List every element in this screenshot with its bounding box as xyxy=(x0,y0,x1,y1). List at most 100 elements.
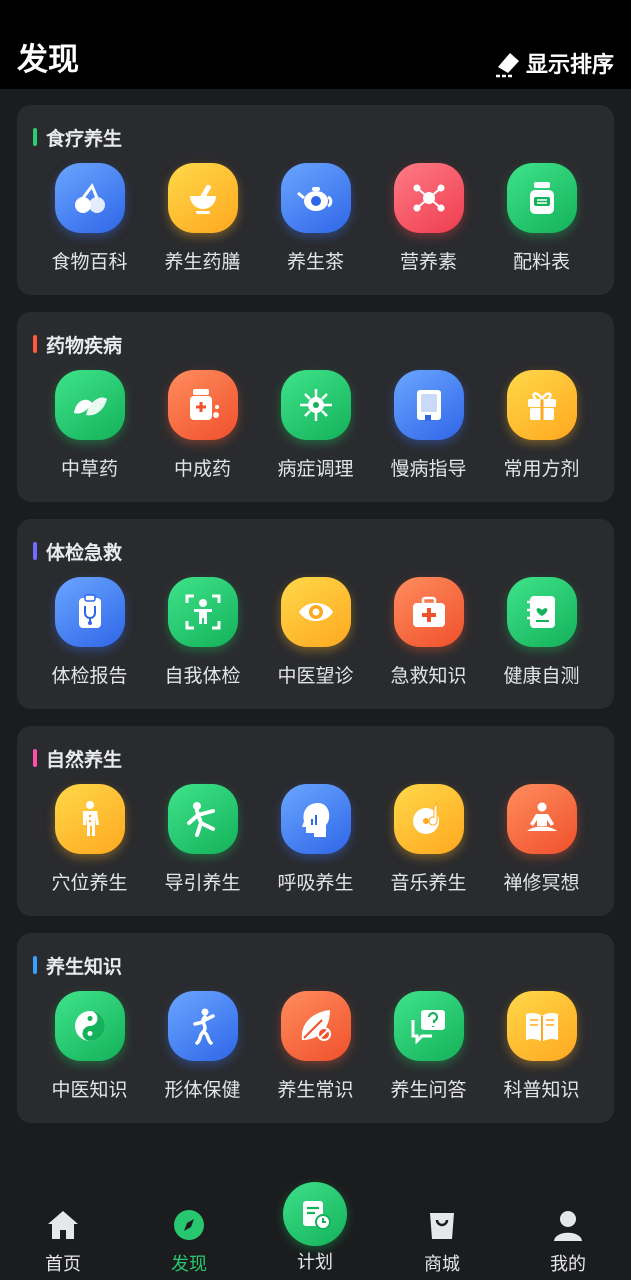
grid-item-body-care[interactable]: 形体保健 xyxy=(146,991,259,1102)
question-chat-icon xyxy=(411,1010,445,1045)
leaf-icon xyxy=(73,397,107,416)
eye-icon xyxy=(298,603,333,621)
health-notebook-icon xyxy=(526,596,555,628)
section-accent-bar xyxy=(33,749,37,767)
teapot-icon xyxy=(296,187,332,211)
grid-item-herbal[interactable]: 中草药 xyxy=(33,370,146,481)
sort-button[interactable]: 显示排序 xyxy=(492,45,614,81)
page-title: 发现 xyxy=(17,42,79,78)
grid-item-health-tea[interactable]: 养生茶 xyxy=(259,163,372,274)
music-disc-icon xyxy=(412,801,439,834)
grid-item-label: 中医知识 xyxy=(51,1079,128,1101)
grid-item-label: 养生药膳 xyxy=(164,251,241,273)
virus-icon xyxy=(299,389,332,421)
clipboard-stethoscope-icon xyxy=(78,594,101,628)
open-book-icon xyxy=(525,1012,558,1042)
grid-item-label: 养生茶 xyxy=(286,251,344,273)
eraser-icon xyxy=(495,53,519,78)
home-icon xyxy=(48,1211,78,1239)
grid-item-medicinal-diet[interactable]: 养生药膳 xyxy=(146,163,259,274)
tab-mine[interactable]: 我的 xyxy=(505,1190,631,1276)
grid-item-checkup-report[interactable]: 体检报告 xyxy=(33,577,146,688)
grid-item-label: 呼吸养生 xyxy=(277,872,354,894)
grid-item-label: 养生问答 xyxy=(390,1079,467,1101)
grid-item-label: 常用方剂 xyxy=(503,458,580,480)
section-card-knowledge: 养生知识 中医知识 形体保健 养生常识 养生问答 科普知识 xyxy=(17,933,614,1123)
grid-item-label: 配料表 xyxy=(512,251,570,273)
grid-item-label: 科普知识 xyxy=(503,1079,580,1101)
section-title: 自然养生 xyxy=(33,745,122,771)
jar-icon xyxy=(529,182,554,214)
grid-item-food-encyclopedia[interactable]: 食物百科 xyxy=(33,163,146,274)
section-card-natural: 自然养生 穴位养生 导引养生 呼吸养生 音乐养生 禅修冥想 xyxy=(17,726,614,916)
cherry-icon xyxy=(74,183,105,213)
grid-item-tcm-knowledge[interactable]: 中医知识 xyxy=(33,991,146,1102)
grid-item-label: 音乐养生 xyxy=(390,872,467,894)
grid-item-label: 食物百科 xyxy=(51,251,128,273)
section-accent-bar xyxy=(33,956,37,974)
grid-item-self-check[interactable]: 自我体检 xyxy=(146,577,259,688)
yin-yang-icon xyxy=(74,1011,105,1041)
grid-item-label: 健康自测 xyxy=(503,665,580,687)
user-icon xyxy=(554,1211,582,1241)
mortar-pestle-icon xyxy=(189,184,216,214)
molecule-icon xyxy=(413,184,444,212)
section-title: 药物疾病 xyxy=(33,331,122,357)
leaf-ban-icon xyxy=(301,1010,331,1041)
head-breathing-icon xyxy=(301,803,329,837)
grid-item-label: 病症调理 xyxy=(277,458,354,480)
grid-item-label: 禅修冥想 xyxy=(503,872,580,894)
grid-item-daoyin[interactable]: 导引养生 xyxy=(146,784,259,895)
top-header: 发现 显示排序 xyxy=(0,0,631,89)
tab-mall[interactable]: 商城 xyxy=(379,1190,505,1276)
grid-item-symptom-care[interactable]: 病症调理 xyxy=(259,370,372,481)
grid-item-label: 慢病指导 xyxy=(390,458,467,480)
first-aid-kit-icon xyxy=(412,596,445,627)
section-title: 养生知识 xyxy=(33,952,122,978)
shopping-bag-icon xyxy=(430,1213,454,1239)
grid-item-chronic-guide[interactable]: 慢病指导 xyxy=(372,370,485,481)
tab-plan-label[interactable]: 计划 xyxy=(283,1248,347,1274)
compass-icon xyxy=(174,1210,204,1240)
section-accent-bar xyxy=(33,128,37,146)
grid-item-nutrients[interactable]: 营养素 xyxy=(372,163,485,274)
exercise-figure-icon xyxy=(186,802,215,837)
grid-item-health-self-test[interactable]: 健康自测 xyxy=(485,577,598,688)
grid-item-label: 形体保健 xyxy=(164,1079,241,1101)
grid-item-label: 穴位养生 xyxy=(51,872,128,894)
grid-item-label: 中医望诊 xyxy=(277,665,354,687)
grid-item-label: 导引养生 xyxy=(164,872,241,894)
section-card-medicine: 药物疾病 中草药 中成药 病症调理 慢病指导 常用方剂 xyxy=(17,312,614,502)
tab-home[interactable]: 首页 xyxy=(0,1190,126,1276)
grid-item-acupoints[interactable]: 穴位养生 xyxy=(33,784,146,895)
grid-item-qa[interactable]: 养生问答 xyxy=(372,991,485,1102)
tab-discover[interactable]: 发现 xyxy=(126,1190,252,1276)
grid-item-ingredients[interactable]: 配料表 xyxy=(485,163,598,274)
medicine-bottle-icon xyxy=(189,389,219,420)
plan-button[interactable] xyxy=(283,1182,347,1246)
section-accent-bar xyxy=(33,335,37,353)
grid-item-patent-medicine[interactable]: 中成药 xyxy=(146,370,259,481)
grid-item-breathing[interactable]: 呼吸养生 xyxy=(259,784,372,895)
grid-item-first-aid[interactable]: 急救知识 xyxy=(372,577,485,688)
section-card-checkup: 体检急救 体检报告 自我体检 中医望诊 急救知识 健康自测 xyxy=(17,519,614,709)
grid-item-common-prescriptions[interactable]: 常用方剂 xyxy=(485,370,598,481)
grid-item-label: 急救知识 xyxy=(390,665,467,687)
sort-label: 显示排序 xyxy=(525,53,614,78)
grid-item-music[interactable]: 音乐养生 xyxy=(372,784,485,895)
grid-item-label: 体检报告 xyxy=(51,665,128,687)
grid-item-label: 营养素 xyxy=(399,251,457,273)
grid-item-science[interactable]: 科普知识 xyxy=(485,991,598,1102)
body-scan-icon xyxy=(185,594,220,630)
grid-item-meditation[interactable]: 禅修冥想 xyxy=(485,784,598,895)
book-icon xyxy=(416,390,441,422)
section-accent-bar xyxy=(33,542,37,560)
plan-document-clock-icon xyxy=(303,1201,331,1230)
grid-item-label: 养生常识 xyxy=(277,1079,354,1101)
grid-item-common-sense[interactable]: 养生常识 xyxy=(259,991,372,1102)
grid-item-tcm-observation[interactable]: 中医望诊 xyxy=(259,577,372,688)
grid-item-label: 自我体检 xyxy=(164,665,241,687)
meditation-icon xyxy=(526,802,557,831)
gift-box-icon xyxy=(527,392,556,420)
grid-item-label: 中成药 xyxy=(173,458,231,480)
